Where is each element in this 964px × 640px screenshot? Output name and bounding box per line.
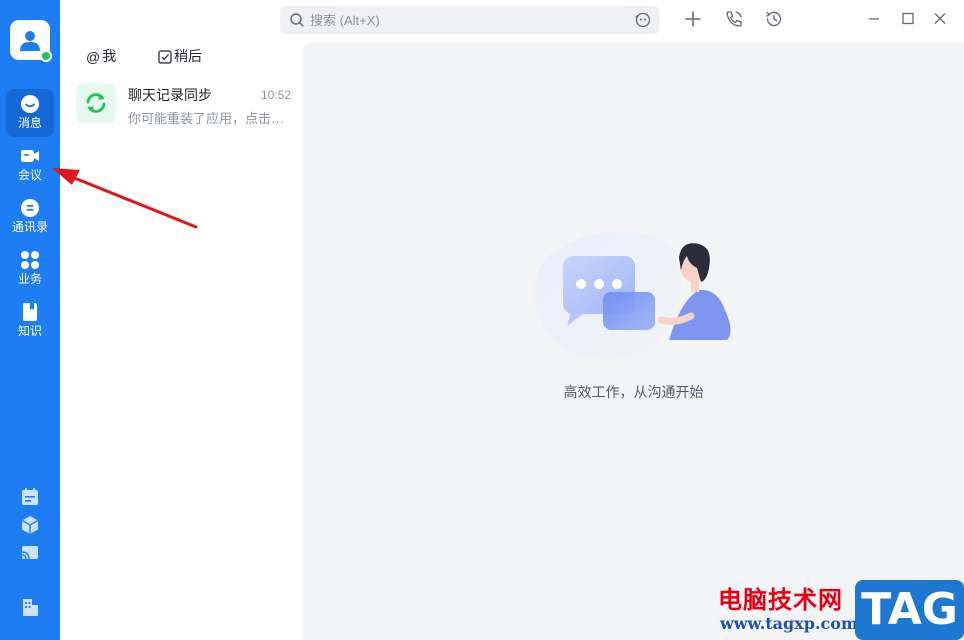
cube-icon[interactable] (20, 515, 40, 535)
nav-contacts[interactable]: 通讯录 (6, 193, 54, 241)
knowledge-book-icon (23, 303, 37, 321)
conversation-time: 10:52 (260, 88, 291, 102)
conversation-item[interactable]: 聊天记录同步 10:52 你可能重装了应用，点击同步聊天记录 (74, 81, 291, 133)
at-icon: @ (86, 49, 101, 66)
nav-business[interactable]: 业务 (6, 245, 54, 293)
ai-assistant-icon[interactable] (634, 11, 652, 29)
nav-knowledge[interactable]: 知识 (6, 297, 54, 345)
checkbox-icon (158, 50, 172, 64)
close-icon[interactable] (929, 8, 951, 30)
add-icon[interactable] (682, 8, 704, 30)
nav-messages-label: 消息 (17, 116, 42, 130)
maximize-icon[interactable] (897, 8, 919, 30)
cast-icon[interactable] (20, 543, 40, 563)
history-icon[interactable] (763, 8, 785, 30)
nav-knowledge-label: 知识 (17, 324, 42, 338)
apps-grid-icon (21, 251, 39, 269)
left-rail: 消息 会议 通讯录 业务 知识 (0, 0, 60, 640)
search-input[interactable] (310, 10, 610, 30)
message-icon (21, 95, 39, 113)
nav-meetings[interactable]: 会议 (6, 141, 54, 189)
contacts-icon (21, 199, 39, 217)
tab-later[interactable]: 稍后 (158, 46, 202, 66)
sync-icon (86, 93, 106, 113)
watermark-tag-logo: TAG (855, 580, 964, 640)
nav-messages[interactable]: 消息 (6, 89, 54, 137)
watermark-url: www.tagxp.com (720, 614, 858, 633)
calendar-icon[interactable] (20, 487, 40, 507)
minimize-icon[interactable] (863, 8, 885, 30)
empty-state-text: 高效工作，从沟通开始 (563, 384, 704, 400)
person-icon (20, 31, 40, 51)
video-meeting-icon (21, 150, 39, 162)
conversation-preview: 你可能重装了应用，点击同步聊天记录 (128, 111, 288, 126)
empty-state-illustration (534, 231, 731, 360)
conversation-title: 聊天记录同步 (128, 87, 212, 103)
nav-meetings-label: 会议 (17, 168, 42, 182)
building-icon[interactable] (20, 597, 40, 617)
chat-main-panel: 高效工作，从沟通开始 (303, 42, 964, 640)
user-avatar[interactable] (10, 20, 52, 62)
nav-contacts-label: 通讯录 (11, 220, 48, 234)
online-status-icon (40, 50, 52, 62)
conversation-avatar (76, 83, 116, 123)
conversation-list-panel: @我 稍后 聊天记录同步 10:52 你可能重装了应用，点击同步聊天记录 (60, 0, 303, 640)
tab-later-label: 稍后 (174, 48, 202, 64)
watermark-site-name: 电脑技术网 (718, 586, 843, 614)
tab-mentions[interactable]: @ 我 (86, 46, 116, 66)
nav-business-label: 业务 (17, 272, 42, 286)
watermark: 电脑技术网 www.tagxp.com TAG (712, 578, 964, 640)
tab-mentions-label: 我 (102, 48, 117, 64)
search-icon (290, 13, 304, 27)
search-box[interactable] (280, 6, 660, 34)
phone-call-icon[interactable] (723, 8, 745, 30)
